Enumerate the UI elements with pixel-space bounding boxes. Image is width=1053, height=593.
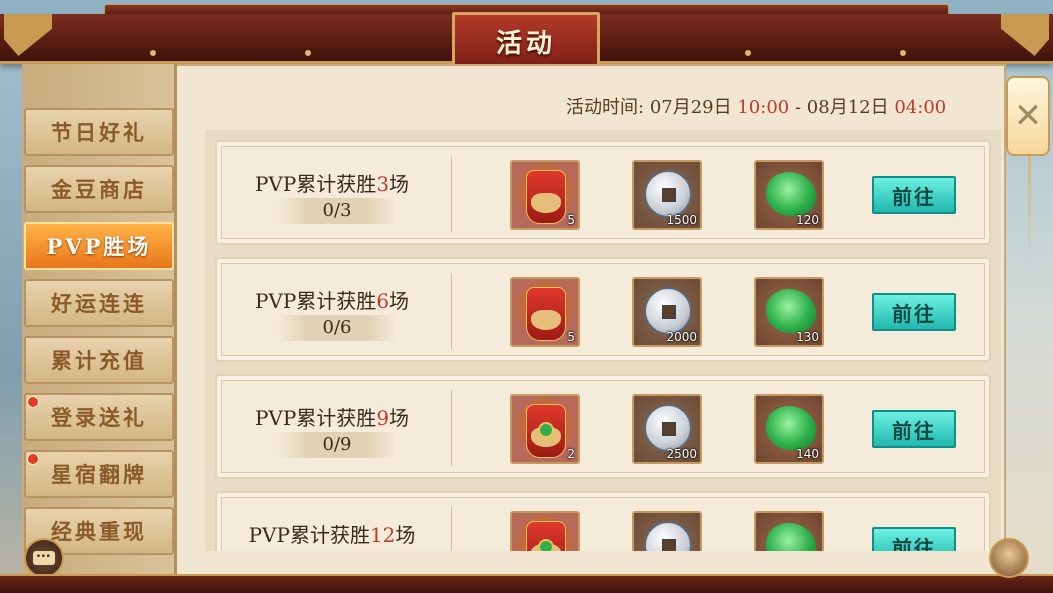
green-jade-icon[interactable]: 130 <box>754 277 824 347</box>
item-qty: 2 <box>567 447 575 461</box>
go-button[interactable]: 前往 <box>872 527 956 551</box>
reward-row: PVP累计获胜3场 0/3 5 1500 120 前往 <box>215 140 991 245</box>
sidebar-item-label: 金豆商店 <box>51 177 147 202</box>
sidebar-item-golden-bean-shop[interactable]: 金豆商店 <box>24 165 174 213</box>
reward-progress: 0/3 <box>277 198 397 224</box>
reward-row: PVP累计获胜6场 0/6 5 2000 130 前往 <box>215 257 991 362</box>
silver-coin-icon[interactable]: 2000 <box>632 277 702 347</box>
item-qty: 2000 <box>666 330 697 344</box>
sidebar-item-label: 节日好礼 <box>51 120 147 145</box>
divider <box>451 156 452 232</box>
item-qty: 5 <box>567 213 575 227</box>
sidebar-item-pvp-wins[interactable]: PVP胜场 <box>24 222 174 270</box>
item-qty: 140 <box>796 447 819 461</box>
event-end-date: 08月12日 <box>806 97 889 118</box>
sidebar-item-festival-gift[interactable]: 节日好礼 <box>24 108 174 156</box>
close-icon: ✕ <box>1013 96 1043 136</box>
reward-row: PVP累计获胜9场 0/9 2 2500 140 前往 <box>215 374 991 479</box>
event-time-label: 活动时间: <box>566 97 645 118</box>
sidebar-item-good-luck[interactable]: 好运连连 <box>24 279 174 327</box>
go-button[interactable]: 前往 <box>872 410 956 448</box>
divider <box>451 273 452 349</box>
character-avatar-button[interactable] <box>989 538 1029 578</box>
reward-row: PVP累计获胜12场 前往 <box>215 491 991 551</box>
green-jade-icon[interactable] <box>754 511 824 551</box>
jade-bag-icon[interactable]: 2 <box>510 394 580 464</box>
bottom-beam <box>0 574 1053 593</box>
red-bag-icon[interactable]: 5 <box>510 277 580 347</box>
sidebar-item-label: 登录送礼 <box>51 405 147 430</box>
sidebar: 节日好礼 金豆商店 PVP胜场 好运连连 累计充值 登录送礼 星宿翻牌 经典重现 <box>22 64 177 576</box>
silver-coin-icon[interactable]: 2500 <box>632 394 702 464</box>
item-qty: 5 <box>567 330 575 344</box>
sidebar-item-label: 好运连连 <box>51 291 147 316</box>
reward-progress: 0/6 <box>277 315 397 341</box>
notification-dot <box>27 396 39 408</box>
reward-title: PVP累计获胜3场 <box>254 172 410 196</box>
close-button[interactable]: ✕ <box>1006 76 1050 266</box>
chat-icon <box>33 545 55 565</box>
notification-dot <box>27 453 39 465</box>
event-start-time: 10:00 <box>737 97 790 118</box>
go-button[interactable]: 前往 <box>872 176 956 214</box>
background-left <box>0 60 24 580</box>
event-time-separator: - <box>794 97 802 118</box>
sidebar-item-label: PVP胜场 <box>46 234 152 259</box>
chat-button[interactable] <box>24 538 64 578</box>
sidebar-item-login-gift[interactable]: 登录送礼 <box>24 393 174 441</box>
silver-coin-icon[interactable] <box>632 511 702 551</box>
item-qty: 2500 <box>666 447 697 461</box>
event-time: 活动时间: 07月29日 10:00 - 08月12日 04:00 <box>566 93 946 119</box>
item-qty: 130 <box>796 330 819 344</box>
sidebar-item-label: 累计充值 <box>51 348 147 373</box>
sidebar-item-label: 星宿翻牌 <box>51 462 147 487</box>
silver-coin-icon[interactable]: 1500 <box>632 160 702 230</box>
reward-progress: 0/9 <box>277 432 397 458</box>
divider <box>451 507 452 551</box>
green-jade-icon[interactable]: 120 <box>754 160 824 230</box>
item-qty: 120 <box>796 213 819 227</box>
divider <box>451 390 452 466</box>
sidebar-item-label: 经典重现 <box>51 519 147 544</box>
jade-bag-icon[interactable] <box>510 511 580 551</box>
green-jade-icon[interactable]: 140 <box>754 394 824 464</box>
event-start-date: 07月29日 <box>649 97 732 118</box>
sidebar-item-star-flip[interactable]: 星宿翻牌 <box>24 450 174 498</box>
go-button[interactable]: 前往 <box>872 293 956 331</box>
reward-title: PVP累计获胜12场 <box>248 523 416 547</box>
reward-title: PVP累计获胜9场 <box>254 406 410 430</box>
event-end-time: 04:00 <box>894 97 947 118</box>
red-bag-icon[interactable]: 5 <box>510 160 580 230</box>
reward-list[interactable]: PVP累计获胜3场 0/3 5 1500 120 前往 PVP累计获胜6场 0/… <box>205 130 1001 551</box>
sidebar-item-cumulative-recharge[interactable]: 累计充值 <box>24 336 174 384</box>
reward-title: PVP累计获胜6场 <box>254 289 410 313</box>
item-qty: 1500 <box>666 213 697 227</box>
page-title: 活动 <box>452 12 600 70</box>
